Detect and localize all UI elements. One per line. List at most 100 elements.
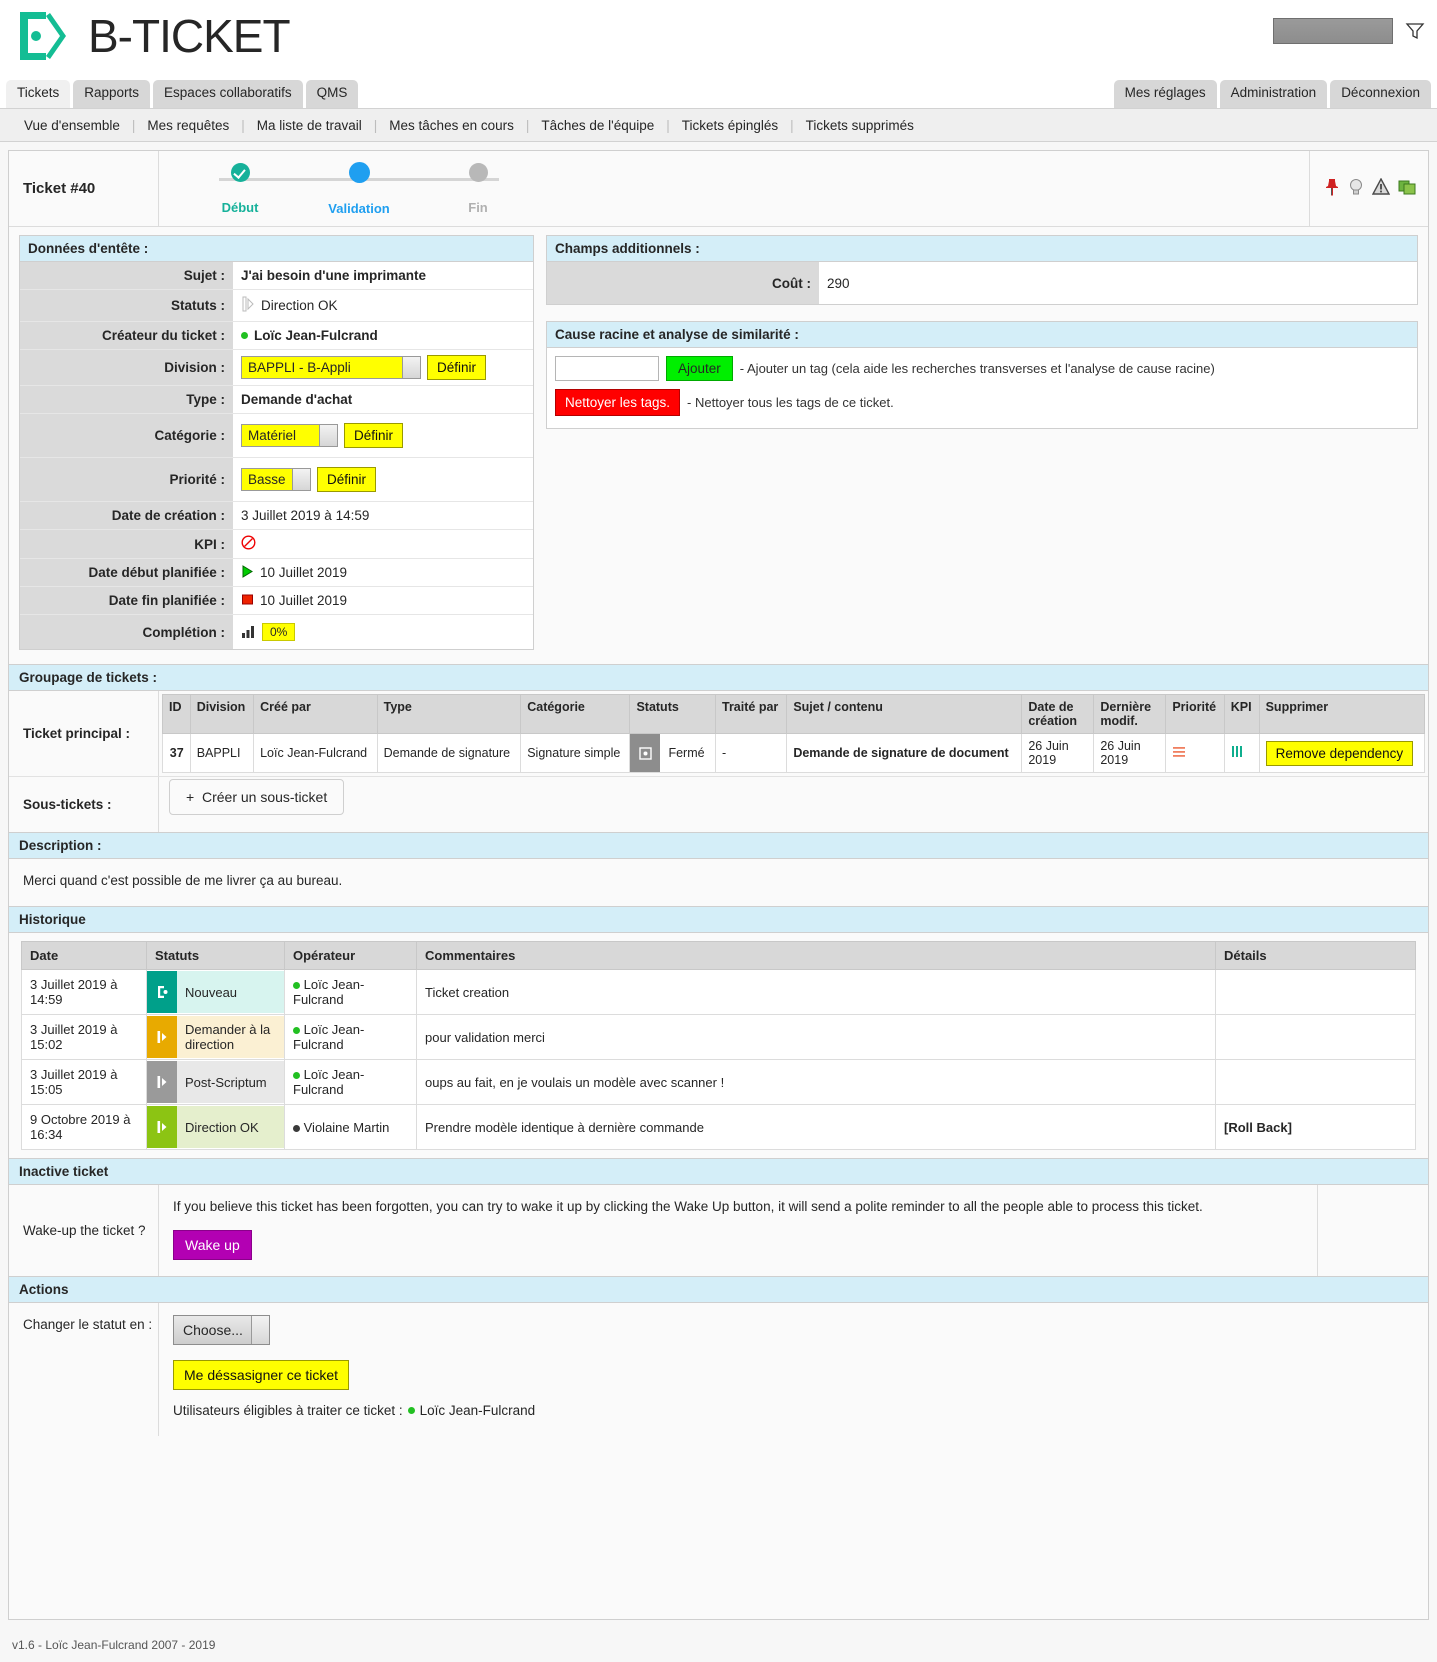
field-date-creation: Date de création : 3 Juillet 2019 à 14:5… bbox=[20, 502, 533, 530]
user-online-dot-icon bbox=[293, 982, 300, 989]
lightbulb-icon[interactable] bbox=[1348, 178, 1364, 199]
field-createur: Créateur du ticket : Loïc Jean-Fulcrand bbox=[20, 322, 533, 350]
field-date-fin-label: Date fin planifiée : bbox=[20, 587, 233, 614]
field-sujet: Sujet : J'ai besoin d'une imprimante bbox=[20, 262, 533, 290]
table-row[interactable]: 37 BAPPLI Loïc Jean-Fulcrand Demande de … bbox=[162, 733, 1426, 773]
warning-icon[interactable] bbox=[1371, 177, 1391, 199]
grouping-section-body: Ticket principal : ID Division Créé par … bbox=[9, 691, 1428, 832]
clean-tags-button[interactable]: Nettoyer les tags. bbox=[555, 389, 681, 416]
step-debut[interactable]: Début bbox=[205, 163, 275, 216]
inactive-section-title: Inactive ticket bbox=[9, 1158, 1428, 1185]
tab-qms[interactable]: QMS bbox=[305, 80, 359, 108]
brand-logo[interactable]: B-TICKET bbox=[16, 8, 291, 64]
eligible-users-row: Utilisateurs éligibles à traiter ce tick… bbox=[173, 1403, 1428, 1418]
subnav-ma-liste-de-travail[interactable]: Ma liste de travail bbox=[245, 118, 374, 133]
field-priorite-controls: Basse Définir bbox=[233, 462, 533, 497]
categorie-select[interactable]: Matériel bbox=[241, 424, 338, 447]
cell-cree-par: Loïc Jean-Fulcrand bbox=[253, 733, 378, 773]
add-tag-button[interactable]: Ajouter bbox=[666, 356, 733, 381]
subnav-mes-requetes[interactable]: Mes requêtes bbox=[135, 118, 241, 133]
priorite-define-button[interactable]: Définir bbox=[317, 467, 377, 492]
kpi-green-icon bbox=[1231, 746, 1243, 761]
pin-icon[interactable] bbox=[1324, 178, 1340, 199]
cell-priorite bbox=[1165, 733, 1225, 773]
subnav-vue-densemble[interactable]: Vue d'ensemble bbox=[12, 118, 132, 133]
division-select[interactable]: BAPPLI - B-Appli bbox=[241, 356, 421, 379]
user-online-dot-icon bbox=[241, 332, 248, 339]
step-fin-dot bbox=[468, 163, 488, 182]
create-subticket-button[interactable]: + Créer un sous-ticket bbox=[169, 779, 345, 815]
additional-fields-panel: Champs additionnels : Coût : 290 bbox=[546, 235, 1418, 305]
tab-espaces-collaboratifs[interactable]: Espaces collaboratifs bbox=[153, 80, 303, 108]
additional-column: Champs additionnels : Coût : 290 Cause r… bbox=[546, 235, 1418, 429]
table-row[interactable]: 9 Octobre 2019 à 16:34 Direction OK Viol… bbox=[21, 1104, 1416, 1150]
subnav-tickets-epingles[interactable]: Tickets épinglés bbox=[670, 118, 790, 133]
tab-tickets[interactable]: Tickets bbox=[6, 80, 71, 108]
field-division: Division : BAPPLI - B-Appli Définir bbox=[20, 350, 533, 386]
tab-administration[interactable]: Administration bbox=[1219, 80, 1328, 108]
col-priorite: Priorité bbox=[1165, 694, 1225, 734]
field-createur-value-wrap: Loïc Jean-Fulcrand bbox=[233, 323, 533, 348]
cell-statuts-text: Post-Scriptum bbox=[185, 1074, 267, 1090]
categorie-define-button[interactable]: Définir bbox=[344, 423, 404, 448]
clock-red-icon bbox=[241, 535, 256, 553]
step-validation[interactable]: Validation bbox=[324, 162, 394, 216]
col-date: Date bbox=[21, 941, 147, 970]
cell-statuts: Fermé bbox=[629, 733, 716, 773]
status-select[interactable]: Choose... bbox=[173, 1315, 270, 1345]
unassign-ticket-button[interactable]: Me déssasigner ce ticket bbox=[173, 1360, 350, 1390]
field-date-debut-value-wrap: 10 Juillet 2019 bbox=[233, 559, 533, 586]
field-date-fin-value-wrap: 10 Juillet 2019 bbox=[233, 587, 533, 614]
main-ticket-label: Ticket principal : bbox=[9, 691, 159, 776]
user-online-dot-icon bbox=[407, 1407, 415, 1414]
cell-details[interactable]: [Roll Back] bbox=[1215, 1104, 1416, 1150]
priorite-select-wrap: Basse bbox=[241, 468, 311, 491]
tab-deconnexion[interactable]: Déconnexion bbox=[1330, 80, 1431, 108]
cell-type: Demande de signature bbox=[376, 733, 522, 773]
field-categorie: Catégorie : Matériel Définir bbox=[20, 414, 533, 458]
cell-id: 37 bbox=[162, 733, 191, 773]
wake-up-button[interactable]: Wake up bbox=[173, 1230, 252, 1260]
field-type-value: Demande d'achat bbox=[233, 387, 533, 412]
field-division-label: Division : bbox=[20, 350, 233, 385]
tab-rapports[interactable]: Rapports bbox=[73, 80, 151, 108]
col-id: ID bbox=[162, 694, 191, 734]
col-details: Détails bbox=[1215, 941, 1416, 970]
cell-operateur: Violaine Martin bbox=[284, 1104, 417, 1150]
field-type: Type : Demande d'achat bbox=[20, 386, 533, 414]
root-cause-title: Cause racine et analyse de similarité : bbox=[547, 322, 1417, 348]
subnav-tickets-supprimes[interactable]: Tickets supprimés bbox=[794, 118, 926, 133]
remove-dependency-button[interactable]: Remove dependency bbox=[1265, 740, 1414, 766]
subnav-mes-taches-en-cours[interactable]: Mes tâches en cours bbox=[377, 118, 526, 133]
step-debut-dot bbox=[230, 163, 250, 182]
step-debut-label: Début bbox=[221, 200, 259, 215]
col-derniere-modif: Dernière modif. bbox=[1093, 694, 1167, 734]
funnel-icon[interactable] bbox=[1405, 21, 1425, 41]
priority-medium-icon bbox=[1172, 746, 1186, 761]
field-completion-value-wrap: 0% bbox=[233, 618, 533, 646]
wakeup-label: Wake-up the ticket ? bbox=[9, 1185, 159, 1276]
division-define-button[interactable]: Définir bbox=[427, 355, 487, 380]
ticket-header: Ticket #40 Début Validation Fin bbox=[9, 151, 1428, 227]
user-offline-dot-icon bbox=[293, 1124, 300, 1132]
subnav-taches-de-lequipe[interactable]: Tâches de l'équipe bbox=[529, 118, 666, 133]
field-division-controls: BAPPLI - B-Appli Définir bbox=[233, 350, 533, 385]
table-row[interactable]: 3 Juillet 2019 à 15:05 Post-Scriptum Loï… bbox=[21, 1059, 1416, 1105]
export-icon[interactable] bbox=[1398, 178, 1416, 199]
cell-date: 9 Octobre 2019 à 16:34 bbox=[21, 1104, 147, 1150]
b-ticket-logo-icon bbox=[16, 8, 74, 64]
field-sujet-value: J'ai besoin d'une imprimante bbox=[233, 263, 533, 288]
user-online-dot-icon bbox=[293, 1027, 300, 1034]
priorite-select[interactable]: Basse bbox=[241, 468, 311, 491]
header-data-panel: Données d'entête : Sujet : J'ai besoin d… bbox=[19, 235, 534, 650]
table-row[interactable]: 3 Juillet 2019 à 14:59 Nouveau Loïc Jean… bbox=[21, 969, 1416, 1015]
grouping-table-header: ID Division Créé par Type Catégorie Stat… bbox=[162, 694, 1426, 734]
step-fin[interactable]: Fin bbox=[443, 163, 513, 216]
cell-commentaires: Prendre modèle identique à dernière comm… bbox=[416, 1104, 1216, 1150]
table-row[interactable]: 3 Juillet 2019 à 15:02 Demander à la dir… bbox=[21, 1014, 1416, 1060]
tab-mes-reglages[interactable]: Mes réglages bbox=[1113, 80, 1217, 108]
search-input[interactable] bbox=[1273, 18, 1393, 44]
col-kpi: KPI bbox=[1223, 694, 1260, 734]
tag-input[interactable] bbox=[555, 356, 659, 381]
actions-main: Choose... Me déssasigner ce ticket Utili… bbox=[159, 1303, 1428, 1436]
